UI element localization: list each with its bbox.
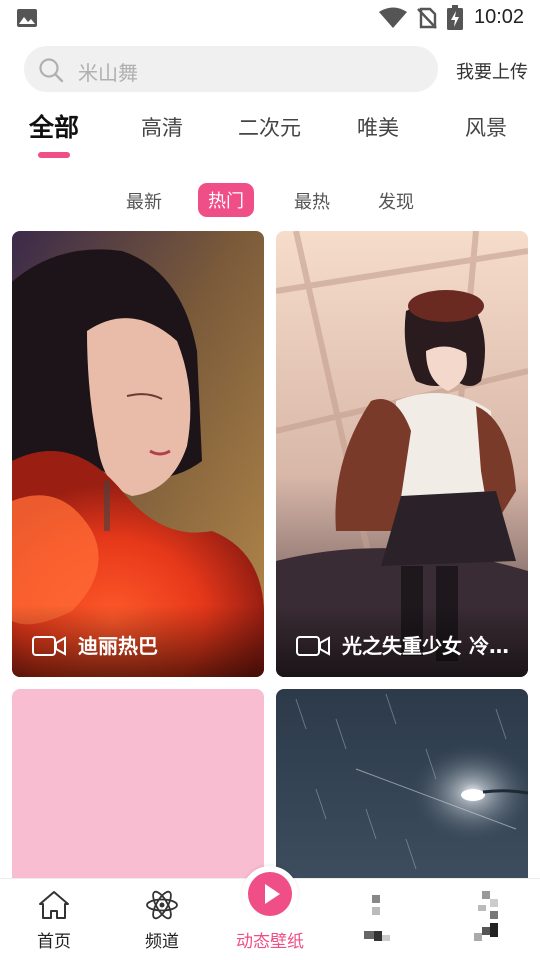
sort-hottest[interactable]: 最热 xyxy=(294,188,330,214)
play-button[interactable] xyxy=(248,872,292,916)
nav-item-5[interactable] xyxy=(432,879,540,960)
battery-charging-icon xyxy=(447,5,463,30)
search-placeholder: 米山舞 xyxy=(78,61,138,85)
nav-item-4[interactable] xyxy=(324,879,432,960)
search-icon xyxy=(39,58,64,83)
video-icon xyxy=(296,636,330,656)
tab-hd[interactable]: 高清 xyxy=(141,112,183,142)
atom-icon xyxy=(146,890,178,920)
pixelated-icon xyxy=(364,895,390,941)
tab-anime[interactable]: 二次元 xyxy=(238,112,301,142)
nav-home[interactable]: 首页 xyxy=(0,879,108,960)
no-sim-icon xyxy=(417,7,437,29)
card-title: 迪丽热巴 xyxy=(78,634,158,658)
tab-scenery[interactable]: 风景 xyxy=(465,112,507,142)
nav-channel-label: 频道 xyxy=(145,932,179,952)
play-icon xyxy=(265,884,280,904)
status-time: 10:02 xyxy=(474,6,525,28)
sort-popular[interactable]: 热门 xyxy=(198,183,254,217)
wallpaper-card[interactable] xyxy=(276,689,528,889)
sort-newest[interactable]: 最新 xyxy=(126,188,162,214)
wallpaper-card[interactable]: 迪丽热巴 xyxy=(12,231,264,677)
upload-button[interactable]: 我要上传 xyxy=(456,58,528,84)
search-input[interactable]: 米山舞 xyxy=(24,46,438,92)
video-icon xyxy=(32,636,66,656)
wallpaper-card[interactable] xyxy=(12,689,264,889)
wallpaper-thumbnail xyxy=(276,689,528,889)
active-tab-indicator xyxy=(38,152,70,158)
nav-home-label: 首页 xyxy=(37,932,71,952)
tab-all[interactable]: 全部 xyxy=(29,108,79,144)
nav-live-wallpaper-label: 动态壁纸 xyxy=(236,932,304,952)
category-tabs: 全部 高清 二次元 唯美 风景 xyxy=(0,112,540,162)
gallery-icon xyxy=(17,9,37,27)
app-screen: 10:02 米山舞 我要上传 全部 高清 二次元 唯美 风景 最新 热门 最热 … xyxy=(0,0,540,960)
status-bar: 10:02 xyxy=(0,0,540,36)
wifi-icon xyxy=(379,7,407,28)
tab-aesthetic[interactable]: 唯美 xyxy=(357,112,399,142)
wallpaper-card[interactable]: 光之失重少女 冷… xyxy=(276,231,528,677)
home-icon xyxy=(39,891,69,919)
pixelated-icon xyxy=(474,891,498,941)
sort-discover[interactable]: 发现 xyxy=(378,188,414,214)
nav-channel[interactable]: 频道 xyxy=(108,879,216,960)
card-title: 光之失重少女 冷… xyxy=(342,634,509,658)
sort-tabs: 最新 热门 最热 发现 xyxy=(0,182,540,217)
